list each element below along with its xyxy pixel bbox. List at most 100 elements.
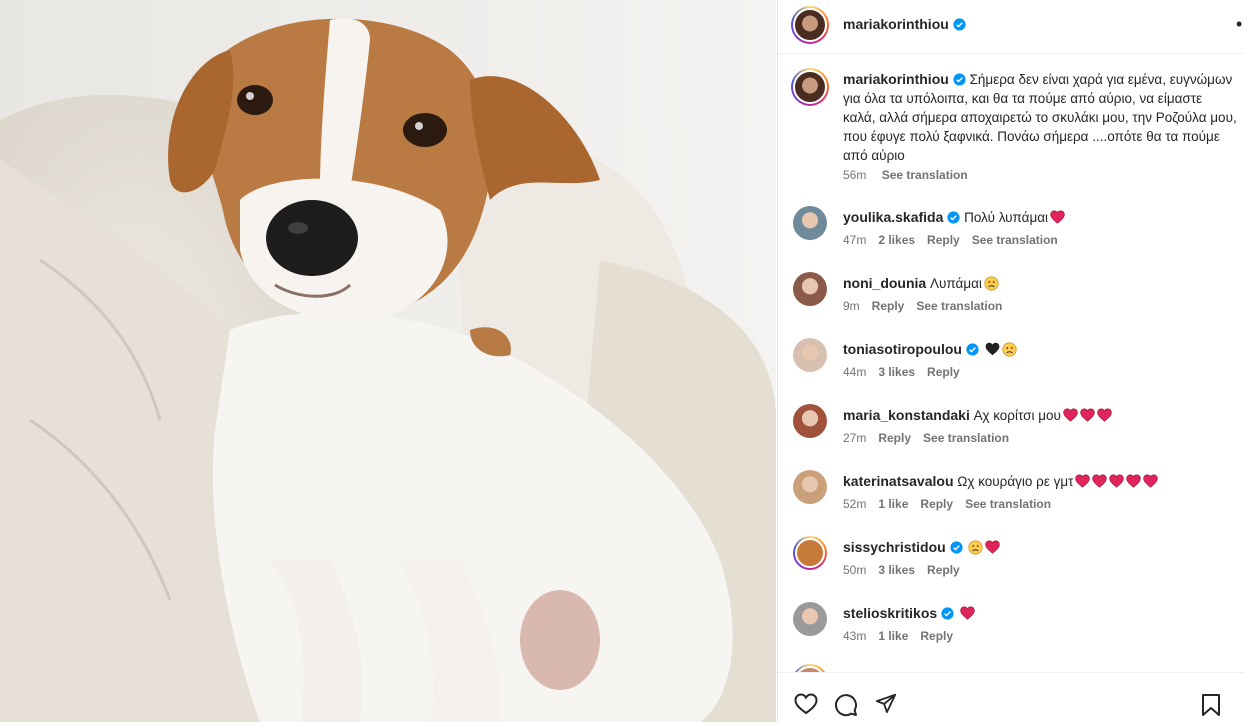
comment-item: maria_konstandaki Αχ κορίτσι μου 27m Reply… (778, 404, 1244, 466)
commenter-avatar[interactable] (793, 404, 827, 438)
comment-likes[interactable]: 3 likes (878, 563, 915, 577)
verified-badge-icon (950, 541, 963, 554)
comment-icon[interactable] (834, 693, 858, 717)
comment-item: stelioskritikos 43m 1 like Reply (778, 602, 1244, 664)
reply-button[interactable]: Reply (927, 563, 960, 577)
comment-item: toniasotiropoulou 44m 3 likes Reply (778, 338, 1244, 400)
post-caption: mariakorinthiou Σήμερα δεν είναι χαρά γι… (778, 68, 1244, 190)
verified-badge-icon (966, 343, 979, 356)
commenter-username[interactable]: sissychristidou (843, 539, 946, 555)
comment-item: youlika.skafida Πολύ λυπάμαι 47m 2 likes Re… (778, 206, 1244, 268)
dog-photo-illustration (0, 0, 776, 722)
author-username[interactable]: mariakorinthiou (843, 16, 949, 32)
comment-meta: 43m 1 like Reply (843, 629, 965, 643)
reply-button[interactable]: Reply (927, 365, 960, 379)
commenter-username[interactable]: noni_dounia (843, 275, 926, 291)
red-heart-emoji (1061, 408, 1078, 423)
verified-badge-icon (953, 73, 966, 86)
comment-meta: 44m 3 likes Reply (843, 365, 972, 379)
comment-meta: 50m 3 likes Reply (843, 563, 972, 577)
comment-likes[interactable]: 2 likes (878, 233, 915, 247)
red-heart-emoji (983, 540, 1001, 555)
reply-button[interactable]: Reply (872, 299, 905, 313)
commenter-avatar[interactable] (793, 602, 827, 636)
comment-text: Ωχ κουράγιο ρε γμτ (957, 474, 1074, 489)
comments-panel: mariakorinthiou • mariakorinthiou Σήμερα… (777, 0, 1244, 723)
commenter-username[interactable]: stelioskritikos (843, 605, 937, 621)
paper-plane-icon[interactable] (875, 692, 897, 714)
red-heart-emoji (1095, 408, 1112, 423)
commenter-avatar[interactable] (793, 536, 827, 570)
see-translation-button[interactable]: See translation (916, 299, 1002, 313)
more-actions-icon[interactable]: ⋮ (1238, 695, 1244, 712)
commenter-avatar[interactable] (793, 272, 827, 306)
comment-time: 52m (843, 497, 867, 511)
comment-time: 47m (843, 233, 867, 247)
comment-likes[interactable]: 1 like (878, 497, 908, 511)
comment-time: 50m (843, 563, 867, 577)
red-heart-emoji (1090, 474, 1108, 489)
comment-time: 27m (843, 431, 867, 445)
red-heart-emoji (1078, 408, 1095, 423)
caption-username[interactable]: mariakorinthiou (843, 71, 949, 87)
comment-text-block: noni_dounia Λυπάμαι (843, 274, 1238, 293)
reply-button[interactable]: Reply (927, 233, 960, 247)
caption-see-translation[interactable]: See translation (882, 168, 968, 182)
comment-likes[interactable]: 1 like (878, 629, 908, 643)
reply-button[interactable]: Reply (920, 497, 953, 511)
post-header: mariakorinthiou • (778, 0, 1244, 54)
verified-badge-icon (941, 607, 954, 620)
comment-text-block: youlika.skafida Πολύ λυπάμαι (843, 208, 1238, 227)
heart-outline-icon[interactable] (794, 693, 818, 715)
red-heart-emoji (1124, 474, 1142, 489)
comment-likes[interactable]: 3 likes (878, 365, 915, 379)
comment-item: sissychristidou 50m 3 likes Reply (778, 536, 1244, 598)
action-bar: ⋮ (778, 672, 1244, 723)
caption-avatar[interactable] (791, 68, 829, 106)
red-heart-emoji (1141, 474, 1159, 489)
see-translation-button[interactable]: See translation (972, 233, 1058, 247)
comment-text-block: sissychristidou (843, 538, 1238, 557)
comment-text-block: toniasotiropoulou (843, 340, 1238, 359)
bookmark-icon[interactable] (1201, 693, 1221, 717)
comment-text-block: katerinatsavalou Ωχ κουράγιο ρε γμτ (843, 472, 1238, 491)
comment-item: katerinatsavalou Ωχ κουράγιο ρε γμτ 52m 1 … (778, 470, 1244, 532)
comment-meta: 47m 2 likes Reply See translation (843, 233, 1070, 247)
red-heart-emoji (1048, 210, 1065, 225)
comment-meta: 27m Reply See translation (843, 431, 1021, 445)
comment-meta: 52m 1 like Reply See translation (843, 497, 1063, 511)
author-avatar[interactable] (791, 6, 829, 44)
commenter-avatar[interactable] (793, 206, 827, 240)
commenter-username[interactable]: maria_konstandaki (843, 407, 970, 423)
reply-button[interactable]: Reply (920, 629, 953, 643)
commenter-avatar[interactable] (793, 338, 827, 372)
commenter-avatar[interactable] (793, 470, 827, 504)
author-name-row: mariakorinthiou (843, 16, 966, 34)
black-heart-emoji (983, 342, 1000, 357)
red-heart-emoji (1107, 474, 1125, 489)
comment-text-block: stelioskritikos (843, 604, 1238, 623)
commenter-username[interactable]: katerinatsavalou (843, 473, 954, 489)
comment-text: Λυπάμαι (929, 276, 982, 291)
caption-meta: 56m See translation (843, 168, 980, 182)
post-photo[interactable] (0, 0, 776, 722)
comment-meta: 9m Reply See translation (843, 299, 1014, 313)
sad-face-emoji (1000, 342, 1017, 357)
comment-time: 43m (843, 629, 867, 643)
caption-time: 56m (843, 168, 867, 182)
verified-badge-icon (953, 18, 966, 31)
comment-text: Πολύ λυπάμαι (964, 210, 1049, 225)
red-heart-emoji (1073, 474, 1091, 489)
reply-button[interactable]: Reply (878, 431, 911, 445)
see-translation-button[interactable]: See translation (923, 431, 1009, 445)
comment-time: 9m (843, 299, 860, 313)
commenter-username[interactable]: toniasotiropoulou (843, 341, 962, 357)
see-translation-button[interactable]: See translation (965, 497, 1051, 511)
comment-text-block: maria_konstandaki Αχ κορίτσι μου (843, 406, 1238, 425)
more-options-icon[interactable]: • (1236, 14, 1242, 35)
verified-badge-icon (947, 211, 960, 224)
commenter-username[interactable]: youlika.skafida (843, 209, 943, 225)
sad-face-emoji (982, 276, 999, 291)
red-heart-emoji (958, 606, 975, 621)
comment-time: 44m (843, 365, 867, 379)
